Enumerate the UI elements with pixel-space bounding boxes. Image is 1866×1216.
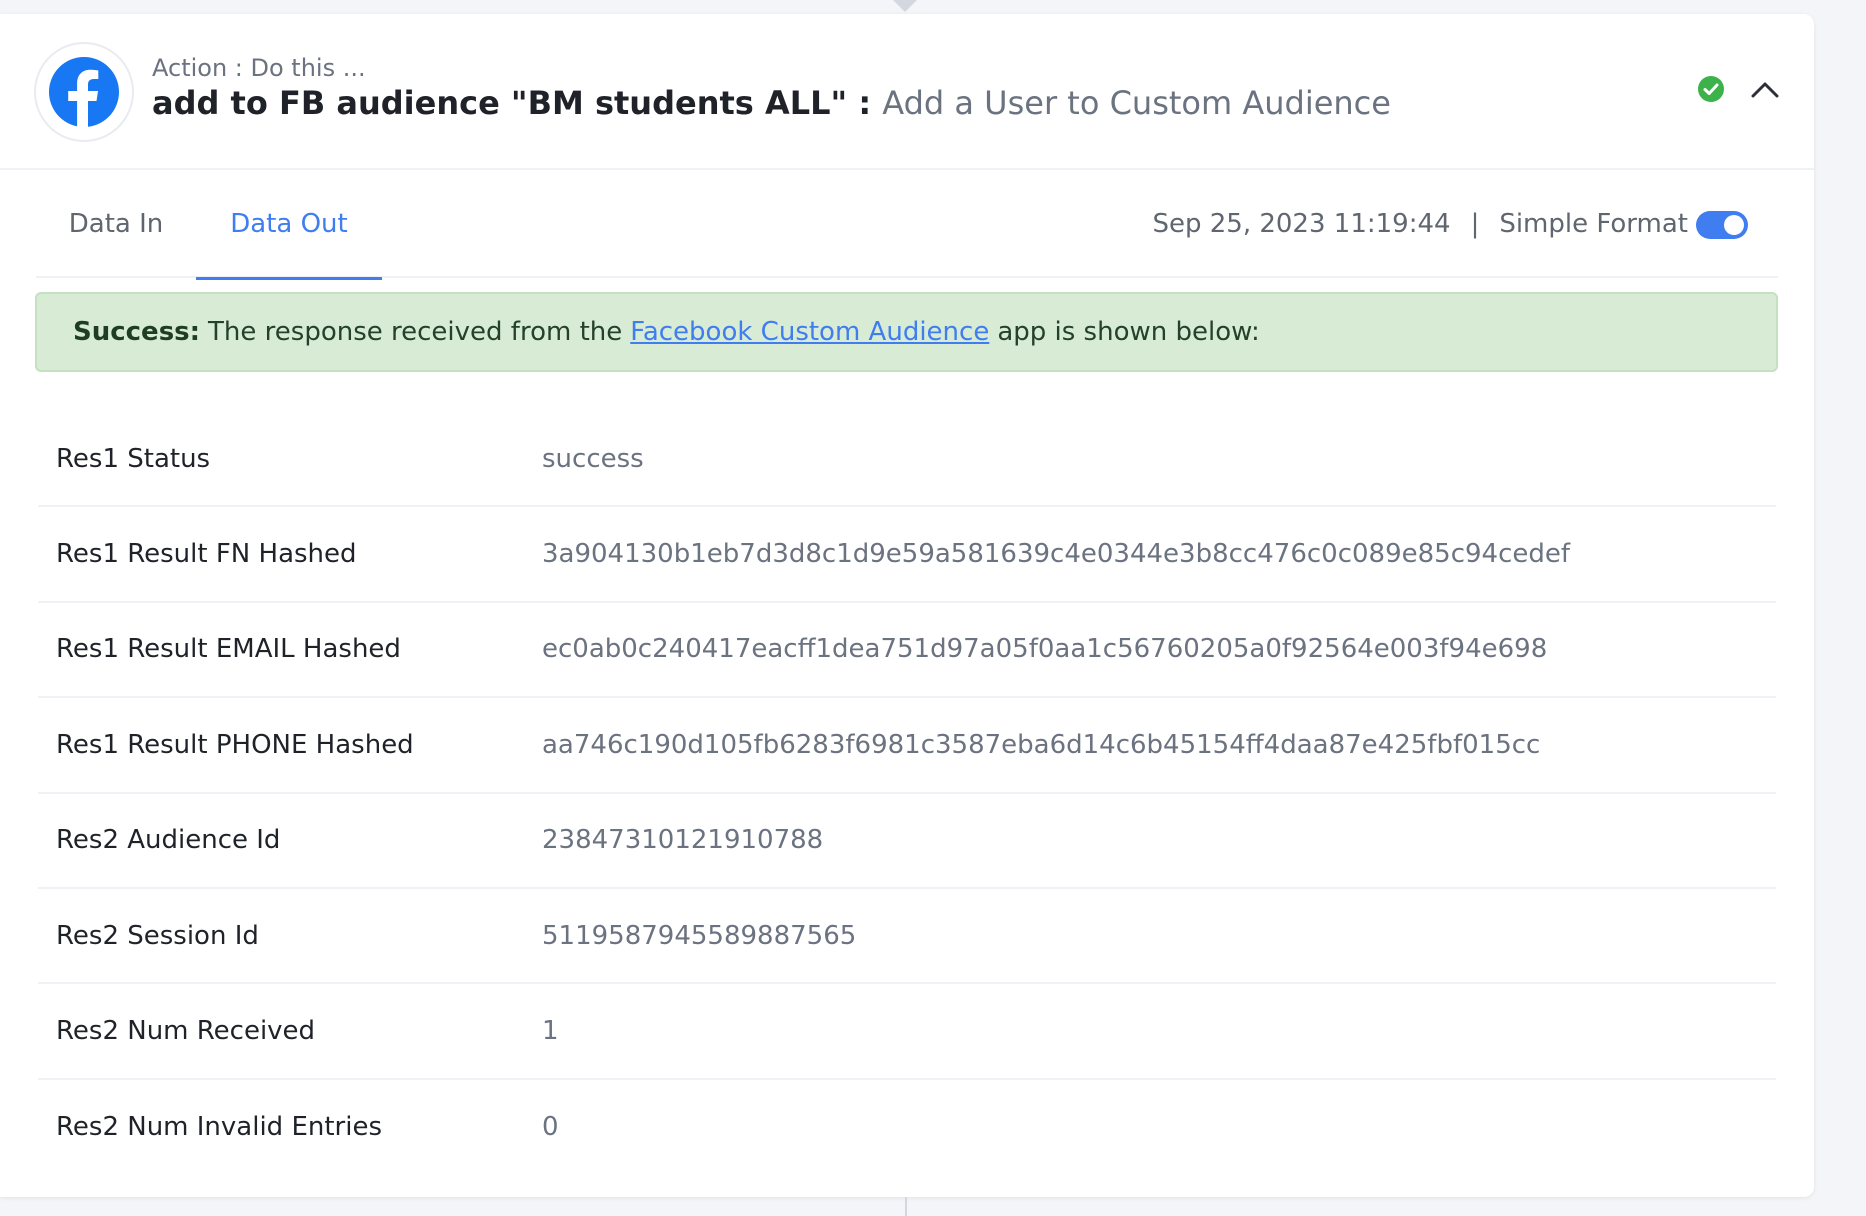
field-value: aa746c190d105fb6283f6981c3587eba6d14c6b4… [542, 729, 1541, 760]
meta-separator: | [1470, 209, 1480, 239]
success-prefix: Success: [73, 317, 201, 347]
action-step-card: Action : Do this ... add to FB audience … [0, 14, 1814, 1197]
table-row: Res1 Result FN Hashed 3a904130b1eb7d3d8c… [38, 507, 1776, 603]
tab-data-out[interactable]: Data Out [196, 170, 382, 280]
response-meta: Sep 25, 2023 11:19:44 | Simple Format [1152, 170, 1688, 278]
step-type-label: Action : Do this ... [152, 54, 366, 82]
flow-connector-line [905, 1197, 907, 1216]
success-banner: Success: The response received from the … [35, 292, 1778, 372]
field-key: Res2 Session Id [38, 888, 498, 983]
field-value: ec0ab0c240417eacff1dea751d97a05f0aa1c567… [542, 634, 1548, 665]
data-out-table: Res1 Status success Res1 Result FN Hashe… [38, 412, 1776, 1176]
field-key: Res1 Result PHONE Hashed [38, 698, 498, 792]
table-row: Res2 Audience Id 23847310121910788 [38, 793, 1776, 889]
field-value: 1 [542, 1016, 559, 1047]
flow-connector-arrow [893, 0, 917, 12]
field-key: Res2 Num Invalid Entries [38, 1079, 498, 1176]
field-key: Res1 Result FN Hashed [38, 507, 498, 601]
status-indicator [1698, 76, 1724, 106]
field-value: 23847310121910788 [542, 825, 824, 856]
field-key: Res2 Audience Id [38, 793, 498, 887]
table-row: Res2 Session Id 5119587945589887565 [38, 888, 1776, 985]
simple-format-toggle[interactable] [1696, 211, 1748, 239]
banner-text-after: app is shown below: [997, 317, 1260, 347]
tab-data-in[interactable]: Data In [36, 170, 196, 278]
step-event-name: Add a User to Custom Audience [882, 84, 1391, 122]
field-key: Res2 Num Received [38, 984, 498, 1078]
field-value: 3a904130b1eb7d3d8c1d9e59a581639c4e0344e3… [542, 539, 1571, 570]
app-logo [34, 42, 134, 142]
check-circle-icon [1698, 76, 1724, 102]
app-link[interactable]: Facebook Custom Audience [630, 317, 989, 347]
tabs-bar: Data In Data Out Sep 25, 2023 11:19:44 |… [36, 170, 1778, 280]
chevron-up-icon [1751, 82, 1779, 98]
field-value: 0 [542, 1112, 559, 1143]
table-row: Res1 Status success [38, 412, 1776, 508]
field-key: Res1 Status [38, 412, 498, 506]
banner-text-before: The response received from the [208, 317, 623, 347]
table-row: Res1 Result EMAIL Hashed ec0ab0c240417ea… [38, 602, 1776, 699]
table-row: Res2 Num Invalid Entries 0 [38, 1079, 1776, 1176]
facebook-logo-icon [49, 57, 119, 127]
step-header[interactable]: Action : Do this ... add to FB audience … [0, 14, 1814, 170]
response-timestamp: Sep 25, 2023 11:19:44 [1152, 209, 1451, 239]
field-value: success [542, 443, 644, 474]
step-title-separator: : [847, 84, 883, 122]
collapse-button[interactable] [1750, 80, 1780, 104]
table-row: Res1 Result PHONE Hashed aa746c190d105fb… [38, 698, 1776, 794]
simple-format-label: Simple Format [1499, 209, 1688, 239]
table-row: Res2 Num Received 1 [38, 984, 1776, 1080]
field-key: Res1 Result EMAIL Hashed [38, 602, 498, 697]
step-title: add to FB audience "BM students ALL" : A… [152, 84, 1391, 122]
step-name: add to FB audience "BM students ALL" [152, 84, 848, 122]
field-value: 5119587945589887565 [542, 920, 857, 951]
